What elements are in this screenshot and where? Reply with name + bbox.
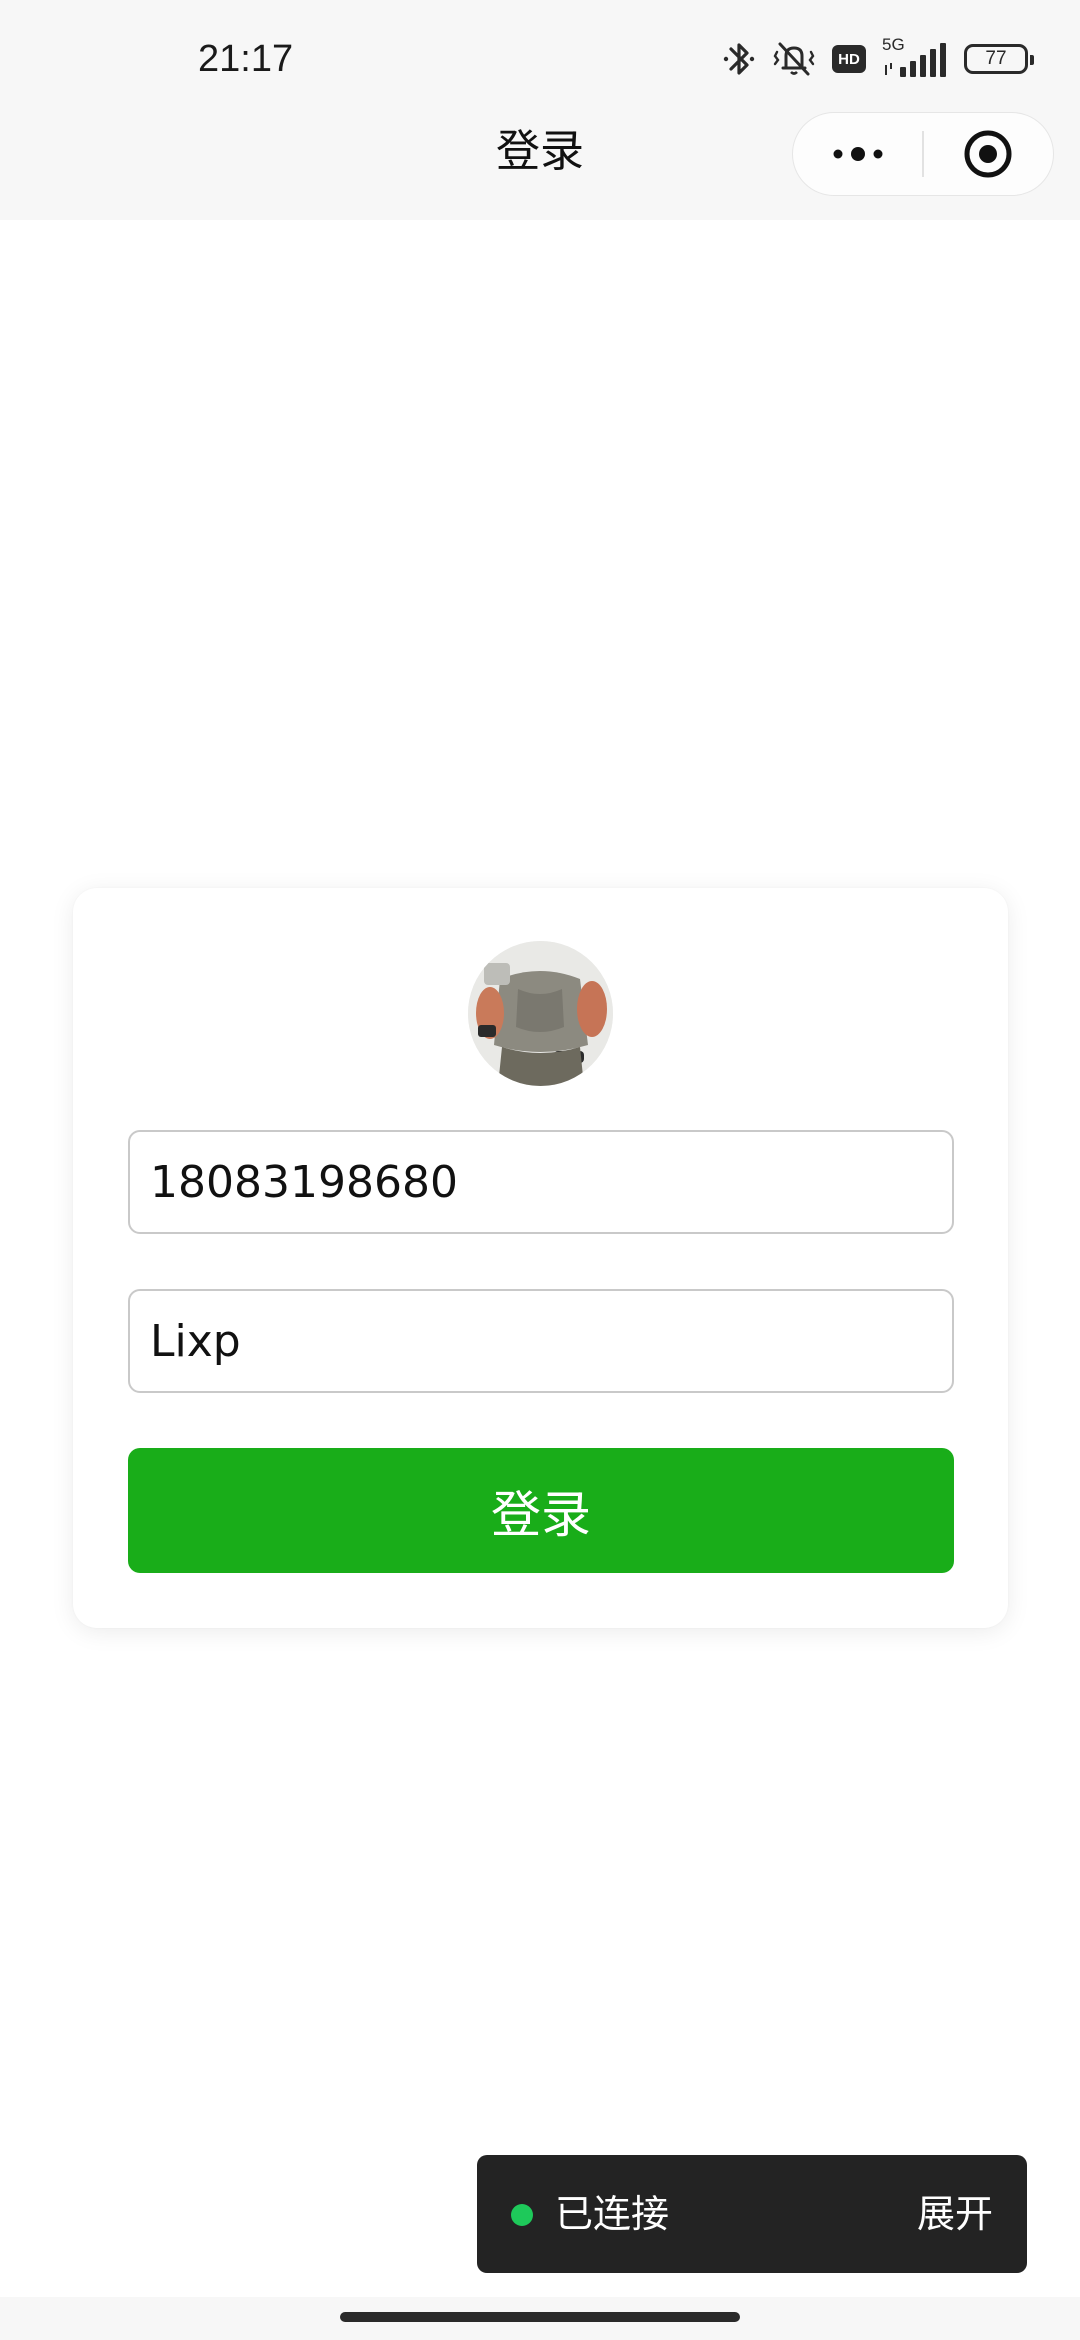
status-icons: HD 5G 77 — [722, 35, 1034, 82]
hd-icon: HD — [832, 45, 866, 73]
connected-status-dot — [511, 2204, 533, 2226]
password-input[interactable] — [128, 1289, 954, 1393]
bottom-gesture-area — [0, 2297, 1080, 2340]
mute-vibrate-icon — [772, 38, 816, 80]
target-close-icon — [964, 130, 1012, 178]
phone-input[interactable] — [128, 1130, 954, 1234]
avatar — [468, 941, 613, 1086]
bluetooth-icon — [722, 38, 756, 80]
signal-icon: 5G — [882, 35, 948, 79]
top-bar: 21:17 HD 5G 77 登录 — [0, 0, 1080, 220]
login-button[interactable]: 登录 — [128, 1448, 954, 1573]
more-dots-icon — [833, 147, 882, 161]
home-indicator[interactable] — [340, 2312, 740, 2322]
mini-program-capsule — [792, 112, 1054, 196]
close-mini-program-button[interactable] — [924, 113, 1053, 195]
expand-button[interactable]: 展开 — [917, 2189, 993, 2239]
connection-status-text: 已连接 — [555, 2192, 670, 2236]
avatar-image — [468, 941, 613, 1086]
login-card: 登录 — [73, 888, 1008, 1628]
more-options-button[interactable] — [793, 113, 922, 195]
connection-toast: 已连接 展开 — [477, 2155, 1027, 2273]
status-time: 21:17 — [198, 38, 294, 80]
battery-icon: 77 — [964, 44, 1034, 74]
